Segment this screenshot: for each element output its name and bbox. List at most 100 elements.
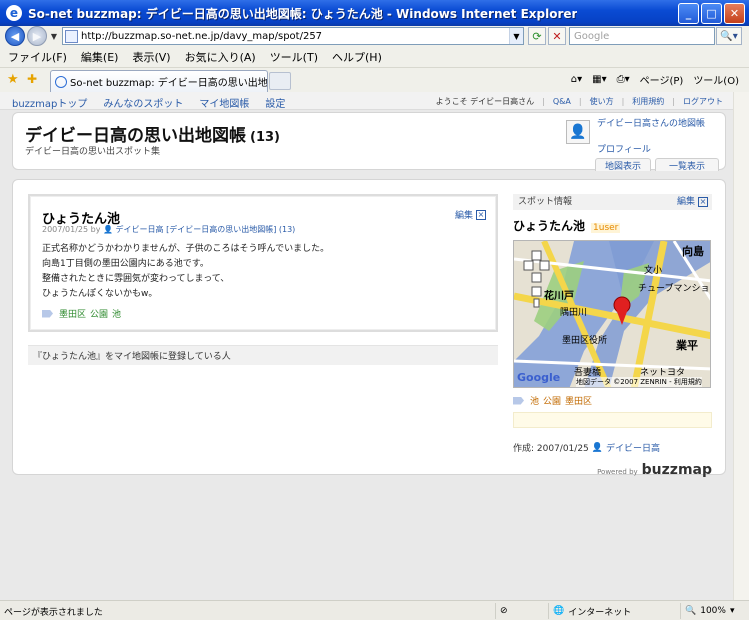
menu-bar: ファイル(F) 編集(E) 表示(V) お気に入り(A) ツール(T) ヘルプ(… bbox=[0, 47, 749, 67]
print-icon[interactable]: ⎙▾ bbox=[617, 74, 630, 85]
tag-link[interactable]: 墨田区 bbox=[59, 307, 86, 320]
tab-row: ★ ✚ So-net buzzmap: デイビー日高の思い出地図帳: ひょう..… bbox=[0, 67, 749, 92]
created-date: 作成: 2007/01/25 bbox=[513, 444, 589, 454]
map-label-sumida-river: 隅田川 bbox=[560, 308, 588, 318]
mapbook-header: デイビー日高の思い出地図帳 (13) デイビー日高の思い出スポット集 👤 デイビー… bbox=[12, 112, 726, 172]
sidebar-tag-link[interactable]: 池 bbox=[530, 394, 539, 407]
add-favorite-icon[interactable]: ✚ bbox=[27, 72, 37, 86]
zoom-icon: 🔍 bbox=[685, 606, 697, 616]
spot-mapbook-link[interactable]: [デイビー日高の思い出地図帳] (13) bbox=[166, 225, 295, 234]
spot-map[interactable]: 向島 文小 花川戸 チューブマンショ 隅田川 墨田区役所 業平 吾妻橋 ネットヨ… bbox=[513, 240, 711, 388]
tab-list-view[interactable]: 一覧表示 bbox=[655, 158, 719, 172]
menu-favorites[interactable]: お気に入り(A) bbox=[185, 49, 256, 65]
page-menu[interactable]: ページ(P) bbox=[640, 72, 684, 87]
back-button[interactable]: ◀ bbox=[5, 26, 25, 46]
users-count-link[interactable]: 1user bbox=[591, 223, 621, 233]
close-window-button[interactable]: ✕ bbox=[724, 3, 745, 24]
tab-label: So-net buzzmap: デイビー日高の思い出地図帳: ひょう... bbox=[70, 78, 268, 89]
command-bar: ⌂▾ ▦▾ ⎙▾ ページ(P) ツール(O) bbox=[571, 72, 739, 87]
new-tab-button[interactable] bbox=[269, 72, 291, 90]
nav-my-mapbook[interactable]: マイ地図帳 bbox=[199, 95, 249, 110]
spot-count: (13) bbox=[250, 130, 280, 145]
sidebar-edit-link[interactable]: 編集 bbox=[677, 197, 695, 207]
sidebar-tags: 池 公園 墨田区 bbox=[513, 394, 712, 407]
user-icon: 👤 bbox=[103, 225, 113, 234]
status-text: ページが表示されました bbox=[4, 608, 103, 618]
refresh-button[interactable]: ⟳ bbox=[528, 27, 546, 45]
map-label-hanakawado: 花川戸 bbox=[544, 291, 574, 302]
created-by-link[interactable]: デイビー日高 bbox=[606, 441, 660, 454]
sidebar-spot: ひょうたん池 1user bbox=[513, 217, 712, 234]
spot-date: 2007/01/25 by bbox=[42, 225, 101, 234]
map-label-gyohei: 業平 bbox=[676, 339, 698, 352]
owner-mapbook-link[interactable]: デイビー日高さんの地図帳 bbox=[597, 118, 721, 130]
favorites-star-icon[interactable]: ★ bbox=[7, 72, 19, 87]
menu-file[interactable]: ファイル(F) bbox=[8, 49, 67, 65]
privacy-icon[interactable]: ⊘ bbox=[495, 603, 545, 619]
map-label-bunkyo: 文小 bbox=[644, 266, 663, 276]
tab-map-view[interactable]: 地図表示 bbox=[595, 158, 651, 172]
spot-meta: 2007/01/25 by 👤 デイビー日高 [デイビー日高の思い出地図帳] (… bbox=[42, 224, 295, 235]
profile-link[interactable]: プロフィール bbox=[597, 142, 651, 155]
page-icon bbox=[65, 29, 78, 43]
nav-terms[interactable]: 利用規約 bbox=[632, 96, 664, 107]
minimize-button[interactable]: _ bbox=[678, 3, 699, 24]
nav-qa[interactable]: Q&A bbox=[553, 97, 571, 106]
menu-view[interactable]: 表示(V) bbox=[132, 49, 170, 65]
security-zone: 🌐 インターネット bbox=[548, 603, 676, 619]
address-url[interactable]: http://buzzmap.so-net.ne.jp/davy_map/spo… bbox=[81, 31, 509, 42]
map-copyright: 地図データ ©2007 ZENRIN - 利用規約 bbox=[576, 377, 702, 387]
tag-link[interactable]: 池 bbox=[112, 307, 121, 320]
address-dropdown-icon[interactable]: ▼ bbox=[509, 28, 523, 44]
avatar[interactable]: 👤 bbox=[566, 120, 590, 144]
sidebar-tag-link[interactable]: 公園 bbox=[543, 394, 561, 407]
tag-link[interactable]: 公園 bbox=[90, 307, 108, 320]
status-bar: ページが表示されました ⊘ 🌐 インターネット 🔍 100% ▾ bbox=[0, 600, 749, 620]
window-title-bar: e So-net buzzmap: デイビー日高の思い出地図帳: ひょうたん池 … bbox=[0, 0, 749, 26]
buzzmap-logo[interactable]: buzzmap bbox=[642, 462, 712, 478]
browser-chrome: ◀ ▶ ▼ http://buzzmap.so-net.ne.jp/davy_m… bbox=[0, 26, 749, 92]
nav-everyone-spots[interactable]: みんなのスポット bbox=[103, 95, 183, 110]
vertical-scrollbar[interactable] bbox=[733, 92, 749, 600]
menu-edit[interactable]: 編集(E) bbox=[81, 49, 119, 65]
tools-menu[interactable]: ツール(O) bbox=[693, 72, 739, 87]
spot-author-link[interactable]: デイビー日高 bbox=[116, 225, 164, 234]
browser-tab-active[interactable]: So-net buzzmap: デイビー日高の思い出地図帳: ひょう... bbox=[50, 70, 268, 92]
delete-icon[interactable]: × bbox=[476, 209, 486, 220]
sidebar-delete-icon[interactable]: × bbox=[698, 197, 708, 207]
nav-buzzmap-top[interactable]: buzzmapトップ bbox=[12, 95, 87, 110]
mapbook-subtitle: デイビー日高の思い出スポット集 bbox=[25, 147, 161, 157]
registered-users-heading: 『ひょうたん池』をマイ地図帳に登録している人 bbox=[28, 345, 498, 365]
spot-entry: ひょうたん池 2007/01/25 by 👤 デイビー日高 [デイビー日高の思い… bbox=[28, 194, 498, 332]
forward-button[interactable]: ▶ bbox=[27, 26, 47, 46]
spot-edit: 編集 × bbox=[455, 208, 486, 221]
history-dropdown-icon[interactable]: ▼ bbox=[49, 32, 59, 41]
menu-tools[interactable]: ツール(T) bbox=[270, 49, 318, 65]
menu-help[interactable]: ヘルプ(H) bbox=[332, 49, 382, 65]
maximize-button[interactable]: □ bbox=[701, 3, 722, 24]
spot-info-sidebar: スポット情報 編集 × ひょうたん池 1user 向島 文小 花川戸 チューブマ… bbox=[513, 194, 712, 478]
window-title: So-net buzzmap: デイビー日高の思い出地図帳: ひょうたん池 - … bbox=[28, 6, 578, 21]
map-label-mukoujima: 向島 bbox=[682, 245, 704, 258]
spot-edit-link[interactable]: 編集 bbox=[455, 208, 473, 221]
zoom-control[interactable]: 🔍 100% ▾ bbox=[680, 603, 746, 619]
nav-howto[interactable]: 使い方 bbox=[590, 96, 614, 107]
spot-description: 正式名称かどうかわかりませんが、子供のころはそう呼んでいました。 向島1丁目側の… bbox=[42, 244, 330, 299]
stop-button[interactable]: ✕ bbox=[548, 27, 566, 45]
welcome-text: ようこそ デイビー日高さん bbox=[435, 97, 535, 106]
nav-logout[interactable]: ログアウト bbox=[683, 96, 723, 107]
home-icon[interactable]: ⌂▾ bbox=[571, 74, 582, 85]
sidebar-spot-name: ひょうたん池 bbox=[513, 219, 586, 233]
page-title: デイビー日高の思い出地図帳 (13) bbox=[25, 121, 280, 146]
feeds-icon[interactable]: ▦▾ bbox=[592, 74, 606, 85]
site-nav: buzzmapトップ みんなのスポット マイ地図帳 設定 ようこそ デイビー日高… bbox=[0, 92, 733, 110]
nav-settings[interactable]: 設定 bbox=[265, 95, 285, 110]
tab-page-icon bbox=[55, 75, 67, 88]
sidebar-note-box bbox=[513, 412, 712, 428]
mapbook-title: デイビー日高の思い出地図帳 bbox=[25, 126, 246, 146]
address-bar[interactable]: http://buzzmap.so-net.ne.jp/davy_map/spo… bbox=[62, 27, 524, 45]
sidebar-tag-link[interactable]: 墨田区 bbox=[565, 394, 592, 407]
user-icon: 👤 bbox=[591, 442, 603, 453]
search-input[interactable]: Google bbox=[569, 27, 715, 45]
search-button[interactable]: 🔍▾ bbox=[716, 27, 742, 45]
